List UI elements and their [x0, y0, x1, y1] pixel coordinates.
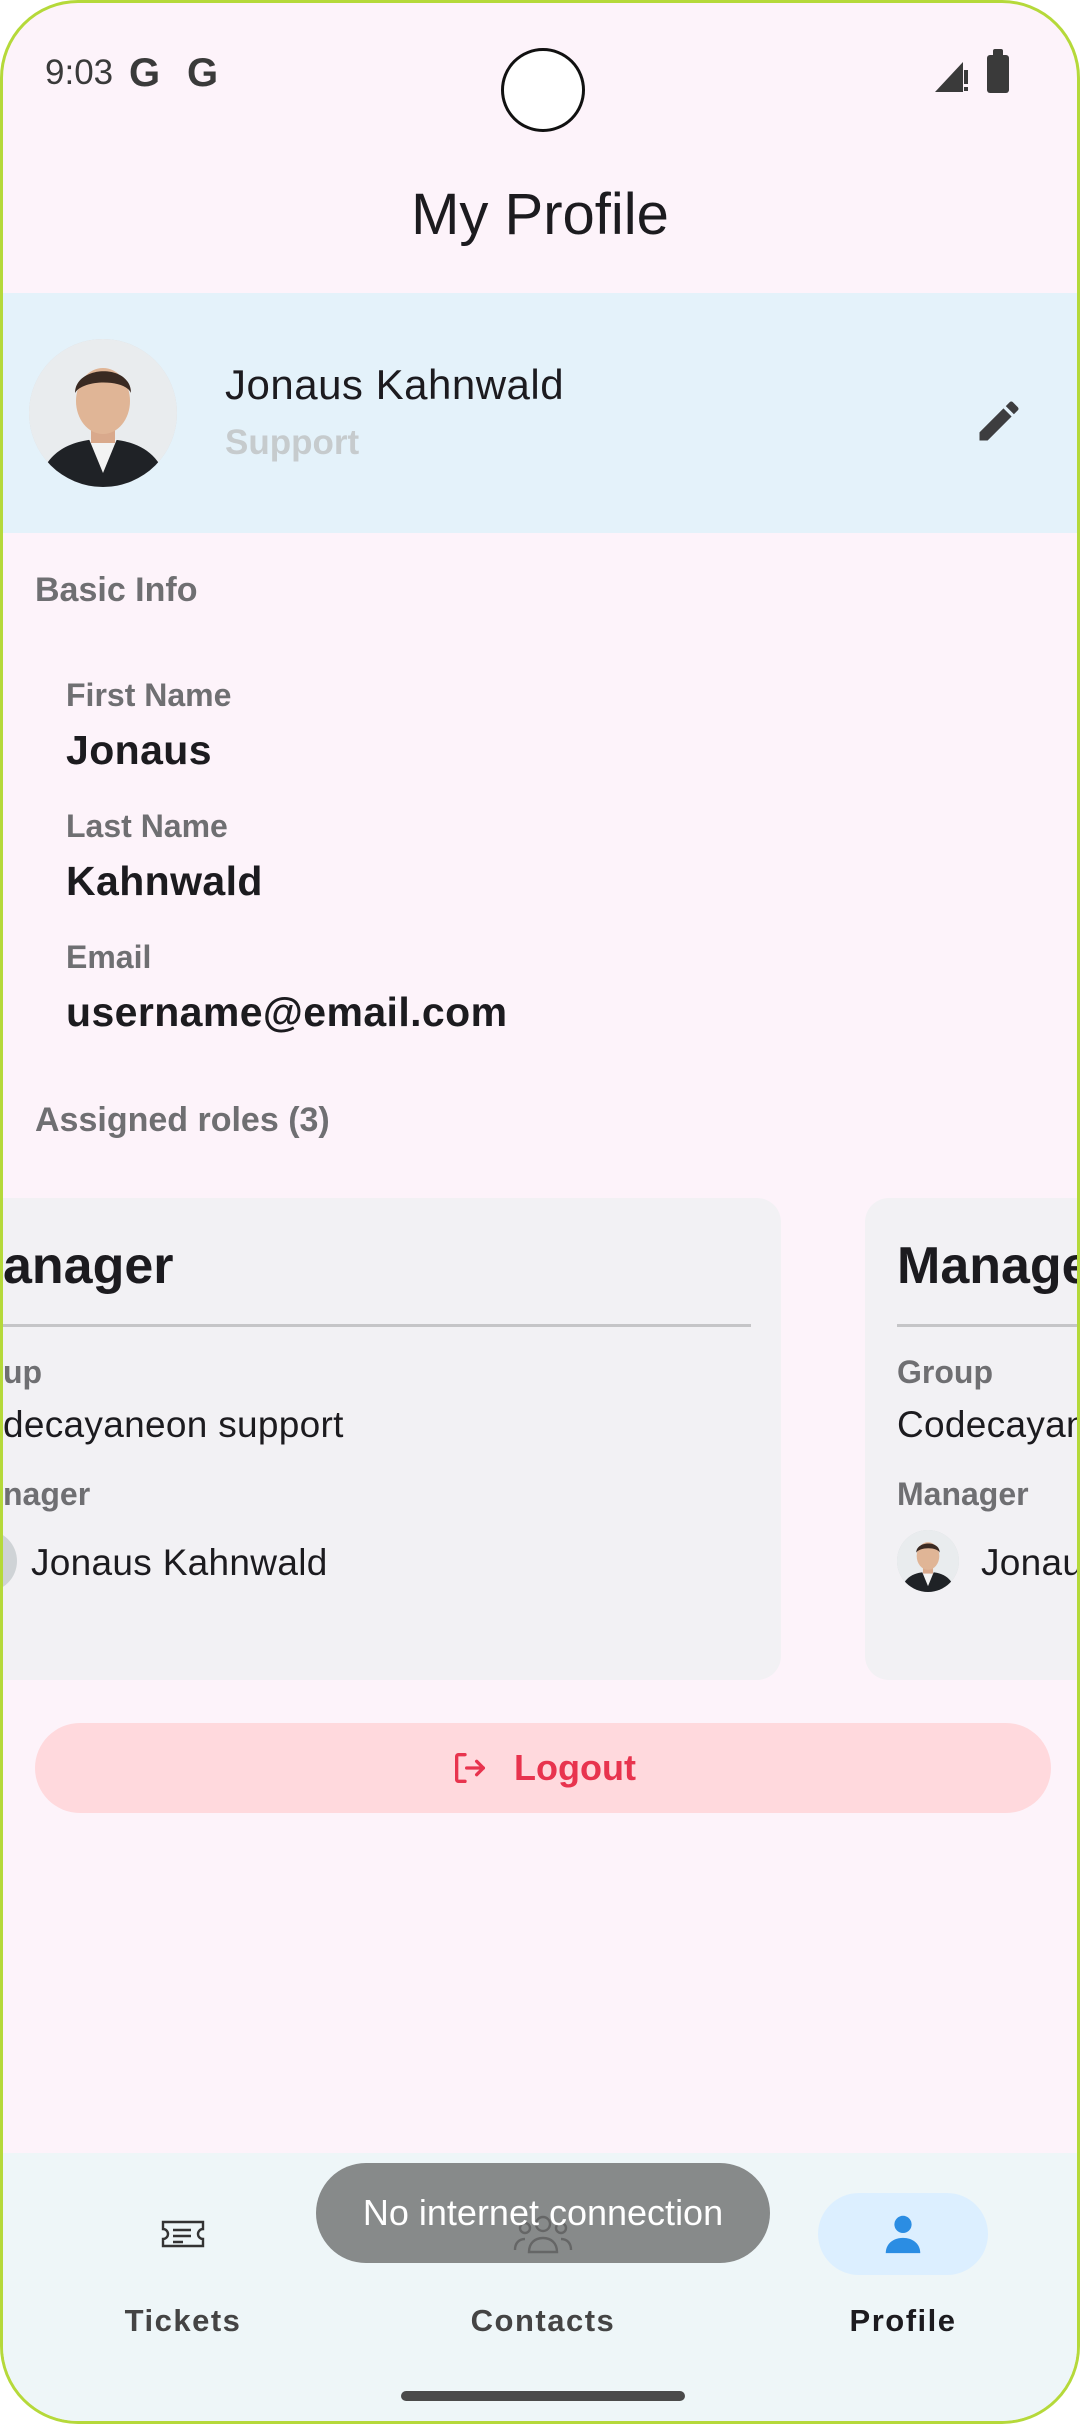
phone-screen: 9:03 G G My Profile Jonaus Kahnwald Supp… [0, 0, 1080, 2424]
toast-text: No internet connection [362, 2192, 724, 2233]
logout-label: Logout [514, 1747, 636, 1788]
basic-info-heading: Basic Info [35, 571, 198, 609]
status-bar: 9:03 G G [3, 3, 1077, 143]
google-notification-icon: G [129, 51, 161, 95]
manager-name: Jonaus Kahnwald [31, 1542, 328, 1583]
edit-profile-button[interactable] [961, 383, 1037, 459]
assigned-roles-heading: Assigned roles (3) [35, 1101, 330, 1139]
email-label: Email [66, 939, 152, 975]
signal-icon [935, 62, 968, 92]
toast: No internet connection [316, 2163, 770, 2263]
profile-header: Jonaus Kahnwald Support [3, 293, 1077, 533]
manager-avatar [897, 1530, 959, 1592]
ticket-icon [161, 2220, 205, 2248]
role-title: Manage [897, 1237, 1080, 1295]
manager-avatar [3, 1530, 17, 1592]
email-value: username@email.com [66, 989, 508, 1035]
last-name-label: Last Name [66, 808, 228, 844]
nav-label-contacts: Contacts [470, 2303, 616, 2338]
person-icon [885, 2215, 921, 2254]
nav-item-profile[interactable]: Profile [723, 2193, 1077, 2343]
logout-icon [455, 1753, 486, 1783]
group-label: Group [897, 1354, 993, 1390]
logout-button[interactable]: Logout [35, 1723, 1051, 1813]
nav-label-profile: Profile [849, 2303, 957, 2338]
manager-name: Jonau [981, 1542, 1080, 1583]
first-name-value: Jonaus [66, 727, 212, 773]
page-title: My Profile [411, 182, 669, 247]
manager-label: Manager [897, 1476, 1029, 1512]
pencil-icon [979, 401, 1019, 441]
group-value: Codecayan [897, 1404, 1080, 1445]
first-name-label: First Name [66, 677, 232, 713]
role-divider [897, 1324, 1077, 1327]
role-title: anager [3, 1237, 174, 1295]
group-label: up [3, 1354, 43, 1390]
home-indicator[interactable] [401, 2391, 685, 2401]
role-card[interactable]: anager up decayaneon support nager Jonau… [3, 1198, 781, 1680]
status-time: 9:03 [45, 53, 114, 92]
battery-icon [987, 49, 1009, 93]
nav-item-tickets[interactable]: Tickets [3, 2193, 363, 2343]
nav-label-tickets: Tickets [124, 2303, 242, 2338]
role-card[interactable]: Manage Group Codecayan Manager Jonau [865, 1198, 1080, 1680]
last-name-value: Kahnwald [66, 858, 263, 904]
profile-name: Jonaus Kahnwald [225, 361, 565, 408]
profile-role: Support [225, 423, 360, 462]
avatar[interactable] [29, 339, 177, 487]
google-notification-icon: G [187, 51, 219, 95]
manager-label: nager [3, 1476, 91, 1512]
group-value: decayaneon support [3, 1404, 344, 1445]
role-divider [3, 1324, 751, 1327]
camera-cutout [501, 48, 585, 132]
